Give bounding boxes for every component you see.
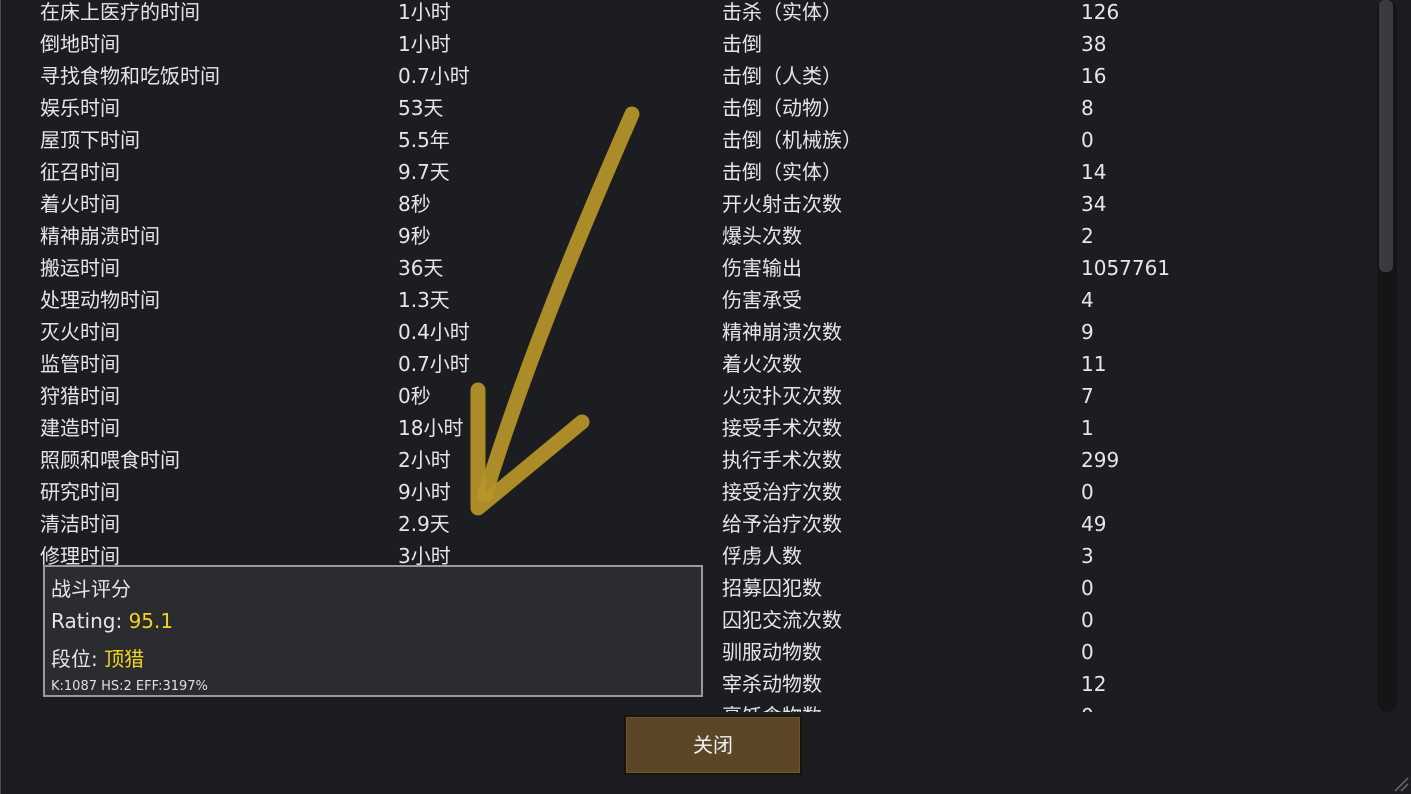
stat-label: 着火时间 [40,192,120,216]
stat-value: 8 [1081,96,1094,120]
stat-value: 34 [1081,192,1107,216]
stat-label: 征召时间 [40,160,120,184]
stat-label: 击倒（实体） [722,160,842,184]
stat-label: 开火射击次数 [722,192,842,216]
rank-line: 段位: 顶猎 [51,643,144,672]
stat-label: 伤害承受 [722,288,802,312]
stat-label: 烹饪食物数 [722,700,822,712]
stat-value: 0 [1081,700,1094,712]
stat-value: 8秒 [398,192,431,216]
stat-label: 寻找食物和吃饭时间 [40,64,220,88]
stat-label: 击倒（动物） [722,96,842,120]
stat-label: 精神崩溃时间 [40,224,160,248]
stat-label: 击倒（人类） [722,64,842,88]
tooltip-title: 战斗评分 [51,577,131,601]
stat-value: 299 [1081,448,1120,472]
stat-label: 精神崩溃次数 [722,320,842,344]
stat-label: 接受手术次数 [722,416,842,440]
stat-label: 爆头次数 [722,224,802,248]
stat-value: 126 [1081,0,1120,24]
resize-grip-icon[interactable] [1393,776,1409,792]
stat-value: 1小时 [398,32,451,56]
stat-label: 研究时间 [40,480,120,504]
stat-label: 俘虏人数 [722,544,802,568]
stat-label: 娱乐时间 [40,96,120,120]
stat-value: 0.7小时 [398,64,470,88]
stat-value: 53天 [398,96,444,120]
stat-value: 38 [1081,32,1107,56]
stat-value: 7 [1081,384,1094,408]
stat-label: 宰杀动物数 [722,672,822,696]
stat-label: 囚犯交流次数 [722,608,842,632]
stat-label: 建造时间 [40,416,120,440]
stat-label: 驯服动物数 [722,640,822,664]
stat-label: 处理动物时间 [40,288,160,312]
stat-label: 招募囚犯数 [722,576,822,600]
stat-value: 0 [1081,608,1094,632]
stat-value: 0 [1081,640,1094,664]
stat-label: 伤害输出 [722,256,802,280]
rating-value: 95.1 [128,609,174,633]
rank-value: 顶猎 [104,647,145,671]
stat-label: 着火次数 [722,352,802,376]
rating-line: Rating: 95.1 [51,609,173,633]
stat-value: 14 [1081,160,1107,184]
stat-label: 狩猎时间 [40,384,120,408]
tooltip-footer: K:1087 HS:2 EFF:3197% [51,679,208,694]
stat-value: 0 [1081,480,1094,504]
stat-label: 击倒（机械族） [722,128,862,152]
stat-value: 4 [1081,288,1094,312]
stat-label: 执行手术次数 [722,448,842,472]
scrollbar-thumb[interactable] [1379,0,1393,272]
stat-label: 灭火时间 [40,320,120,344]
rating-label: Rating: [51,609,129,633]
stat-value: 1057761 [1081,256,1171,280]
stat-label: 火灾扑灭次数 [722,384,842,408]
stat-label: 监管时间 [40,352,120,376]
stat-label: 击杀（实体） [722,0,842,24]
stat-value: 0 [1081,576,1094,600]
combat-rating-tooltip: 战斗评分 Rating: 95.1 段位: 顶猎 K:1087 HS:2 EFF… [43,565,703,697]
stat-label: 清洁时间 [40,512,120,536]
rank-label: 段位: [51,647,105,671]
stat-value: 36天 [398,256,444,280]
stat-value: 16 [1081,64,1107,88]
stat-value: 0秒 [398,384,431,408]
stat-value: 12 [1081,672,1107,696]
stat-value: 49 [1081,512,1107,536]
close-button[interactable]: 关闭 [624,715,802,775]
stat-value: 0 [1081,128,1094,152]
stat-value: 3 [1081,544,1094,568]
stat-label: 击倒 [722,32,762,56]
stat-label: 倒地时间 [40,32,120,56]
stat-label: 屋顶下时间 [40,128,140,152]
stat-label: 给予治疗次数 [722,512,842,536]
stat-value: 1小时 [398,0,451,24]
stat-label: 搬运时间 [40,256,120,280]
stat-label: 接受治疗次数 [722,480,842,504]
stat-value: 2 [1081,224,1094,248]
stat-value: 1 [1081,416,1094,440]
stat-value: 9 [1081,320,1094,344]
stat-label: 照顾和喂食时间 [40,448,180,472]
stat-label: 在床上医疗的时间 [40,0,200,24]
annotation-arrow-icon [470,106,640,516]
stat-value: 11 [1081,352,1107,376]
stat-value: 9秒 [398,224,431,248]
